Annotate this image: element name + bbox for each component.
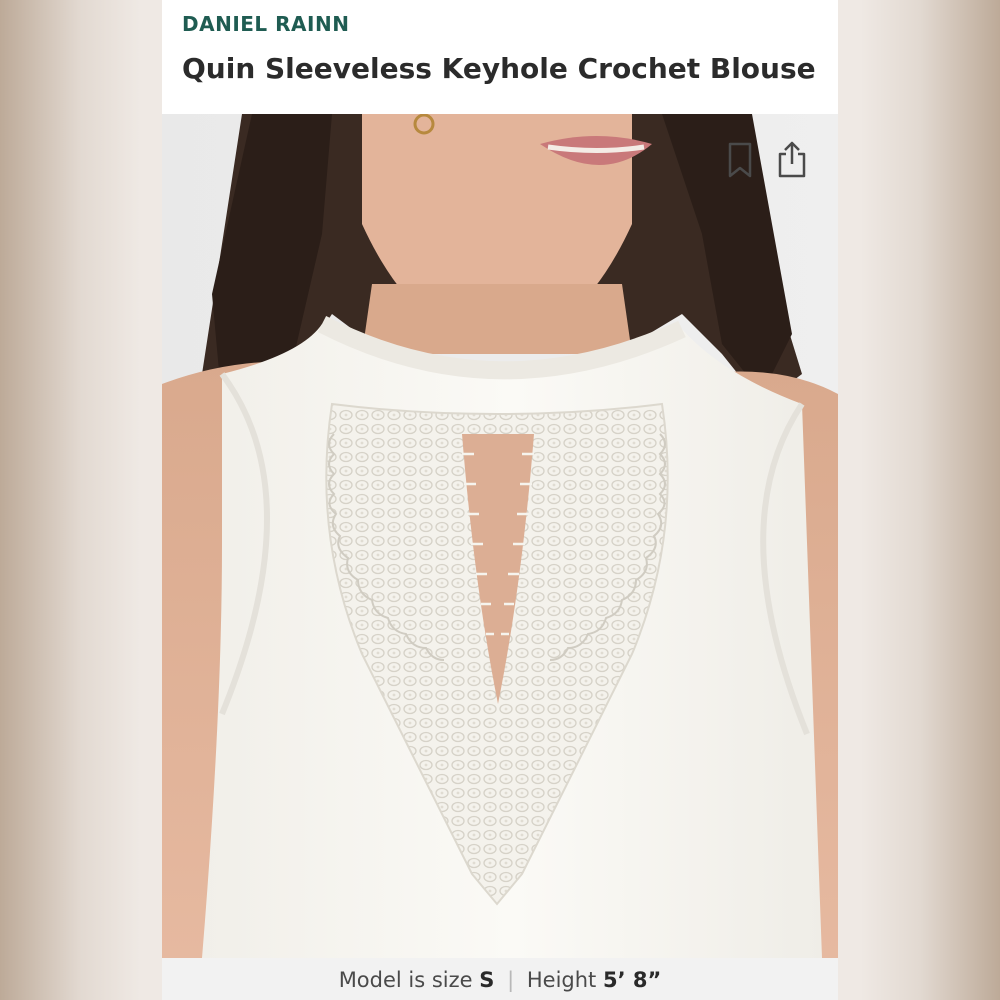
model-info: Model is size S | Height 5’ 8” xyxy=(162,958,838,1000)
product-header: DANIEL RAINN Quin Sleeveless Keyhole Cro… xyxy=(162,0,838,114)
model-height-value: 5’ 8” xyxy=(602,968,662,992)
model-info-separator: | xyxy=(507,968,515,992)
product-title: Quin Sleeveless Keyhole Crochet Blouse xyxy=(182,52,816,85)
brand-name[interactable]: DANIEL RAINN xyxy=(182,12,349,36)
model-size-value: S xyxy=(479,968,495,992)
product-image[interactable] xyxy=(162,114,838,958)
model-size-label: Model is size xyxy=(338,968,473,992)
bookmark-icon[interactable] xyxy=(728,142,752,178)
product-card: DANIEL RAINN Quin Sleeveless Keyhole Cro… xyxy=(162,0,838,1000)
model-height-label: Height xyxy=(526,968,597,992)
share-icon[interactable] xyxy=(776,140,808,178)
